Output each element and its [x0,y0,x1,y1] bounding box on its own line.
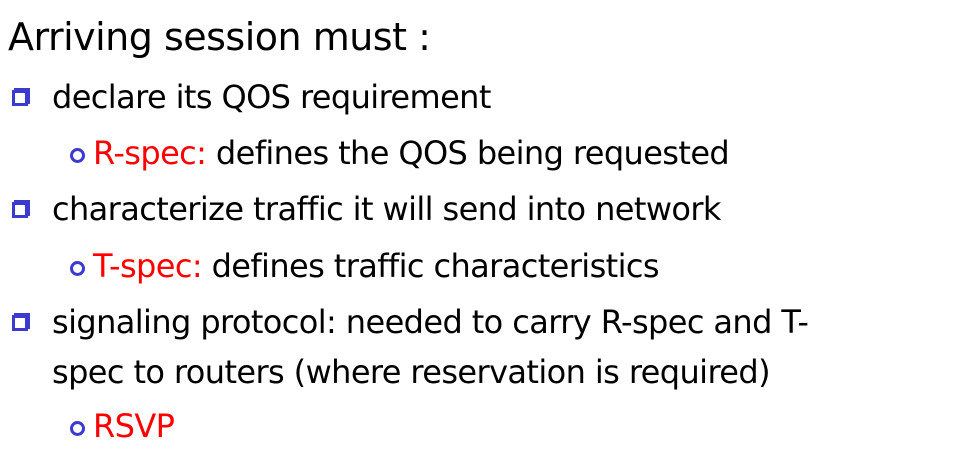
bullet-signaling-line2: spec to routers (where reservation is re… [52,353,771,391]
rspec-definition: defines the QOS being requested [206,134,730,172]
square-bullet-icon [12,202,28,218]
sub-bullet-rsvp: RSVP [70,406,175,446]
slide-title: Arriving session must : [8,15,431,59]
bullet-characterize-traffic: characterize traffic it will send into n… [52,190,721,228]
term-rsvp: RSVP [93,407,175,445]
circle-bullet-icon [70,261,85,276]
square-bullet-icon [12,90,28,106]
circle-bullet-icon [70,421,85,436]
square-bullet-icon [12,315,28,331]
sub-bullet-rspec: R-spec: defines the QOS being requested [70,133,730,173]
circle-bullet-icon [70,148,85,163]
sub-bullet-tspec: T-spec: defines traffic characteristics [70,246,660,286]
tspec-definition: defines traffic characteristics [202,247,660,285]
bullet-signaling-line1: signaling protocol: needed to carry R-sp… [52,303,809,341]
term-tspec: T-spec: [93,247,203,285]
bullet-declare-qos: declare its QOS requirement [52,78,491,116]
term-rspec: R-spec: [93,134,207,172]
